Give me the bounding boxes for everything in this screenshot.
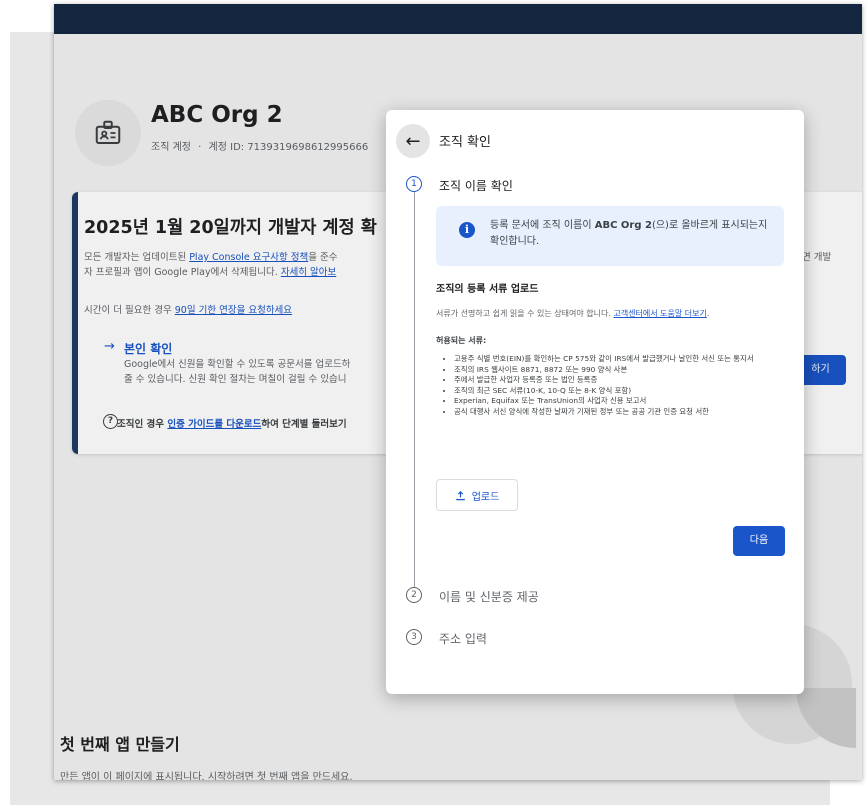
step-3-label: 주소 입력 [439, 632, 487, 646]
list-item: 주에서 발급한 사업자 등록증 또는 법인 등록증 [454, 375, 804, 386]
info-text: 등록 문서에 조직 이름이 ABC Org 2(으)로 올바르게 표시되는지 확… [490, 220, 768, 247]
help-center-link[interactable]: 고객센터에서 도움말 더보기 [613, 309, 706, 318]
info-box: i 등록 문서에 조직 이름이 ABC Org 2(으)로 올바르게 표시되는지… [436, 206, 784, 266]
back-button[interactable]: ← [396, 124, 430, 158]
upload-icon [455, 490, 465, 500]
allowed-docs-list: 고용주 식별 번호(EIN)를 확인하는 CP 575와 같이 IRS에서 발급… [436, 354, 804, 417]
top-app-bar [54, 4, 862, 34]
upload-desc: 서류가 선명하고 쉽게 읽을 수 있는 상태여야 합니다. 고객센터에서 도움말… [436, 309, 710, 318]
list-item: 공식 대행사 서신 양식에 작성한 날짜가 기재된 정부 또는 공공 기관 인증… [454, 407, 804, 418]
dialog-title: 조직 확인 [439, 135, 491, 150]
step-2-label: 이름 및 신분증 제공 [439, 590, 539, 604]
upload-button-label: 업로드 [471, 491, 500, 503]
step-1-label: 조직 이름 확인 [439, 179, 513, 193]
step-1-indicator: 1 [406, 176, 422, 192]
list-item: 조직의 IRS 웹사이트 8871, 8872 또는 990 양식 사본 [454, 365, 804, 376]
org-verification-dialog: ← 조직 확인 1 조직 이름 확인 i 등록 문서에 조직 이름이 ABC O… [386, 110, 804, 694]
stepper-line [414, 190, 415, 590]
arrow-left-icon: ← [405, 130, 421, 152]
next-button[interactable]: 다음 [733, 526, 785, 556]
step-2-indicator: 2 [406, 587, 422, 603]
info-icon: i [459, 222, 475, 238]
step-3-indicator: 3 [406, 629, 422, 645]
list-item: Experian, Equifax 또는 TransUnion의 사업자 신용 … [454, 396, 804, 407]
upload-button[interactable]: 업로드 [436, 479, 518, 511]
list-item: 고용주 식별 번호(EIN)를 확인하는 CP 575와 같이 IRS에서 발급… [454, 354, 804, 365]
list-item: 조직의 최근 SEC 서류(10-K, 10-Q 또는 8-K 양식 포함) [454, 386, 804, 397]
upload-heading: 조직의 등록 서류 업로드 [436, 284, 539, 295]
allowed-docs-label: 허용되는 서류: [436, 336, 487, 345]
